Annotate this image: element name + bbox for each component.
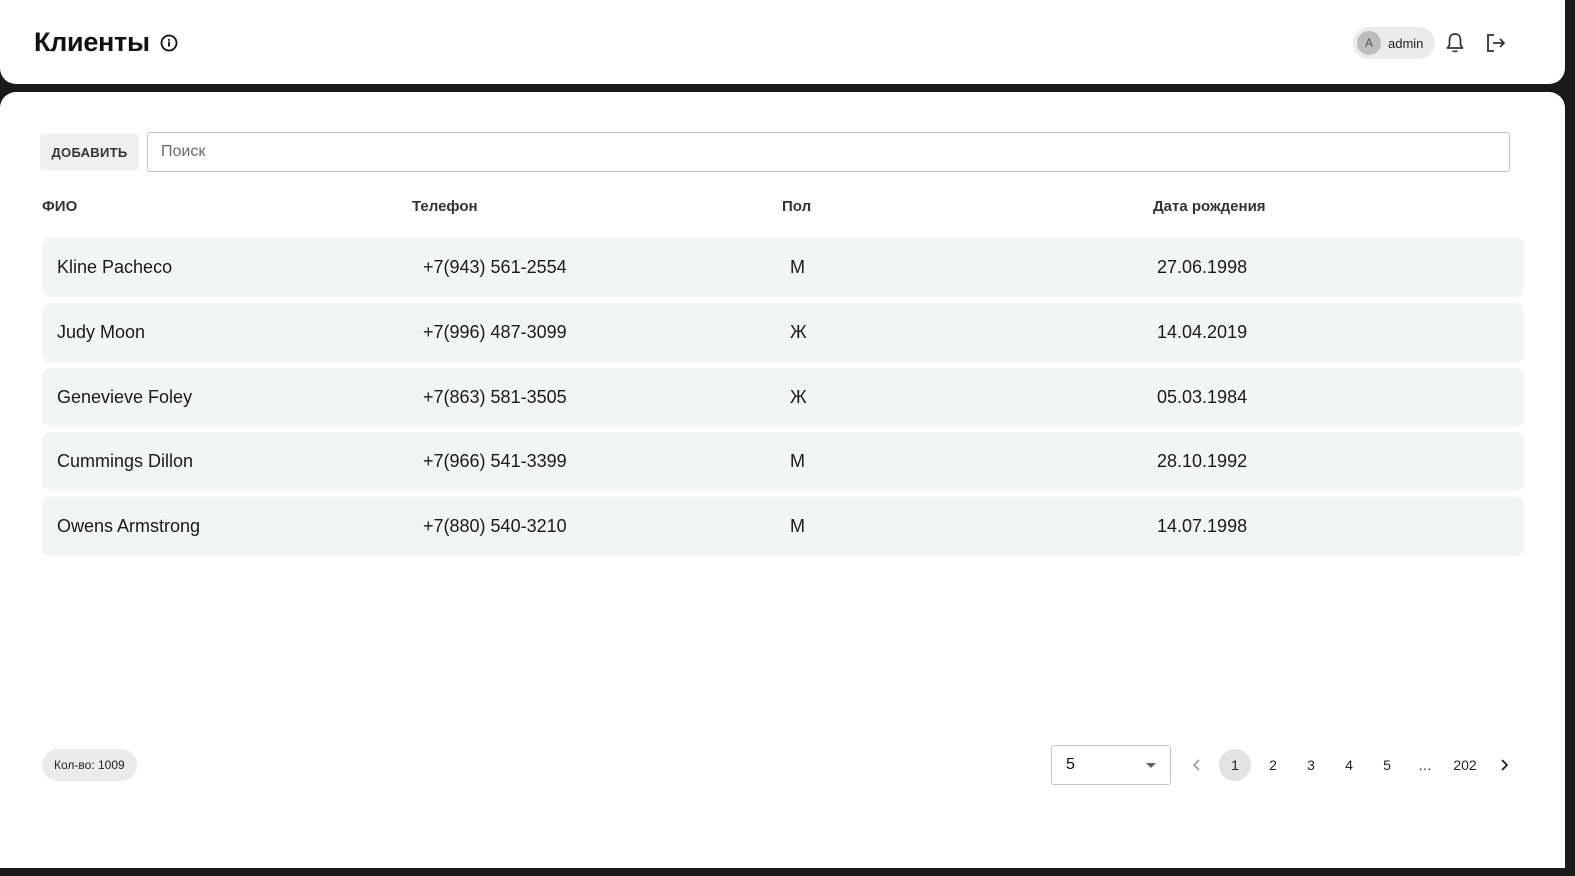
- page-ellipsis: …: [1418, 757, 1432, 773]
- cell-name: Kline Pacheco: [57, 257, 173, 277]
- cell-sex: Ж: [790, 322, 807, 342]
- avatar: A: [1357, 31, 1381, 55]
- user-name: admin: [1388, 35, 1424, 51]
- cell-phone: +7(943) 561-2554: [423, 257, 567, 277]
- cell-phone: +7(996) 487-3099: [423, 322, 567, 342]
- cell-sex: М: [790, 516, 805, 536]
- bell-icon[interactable]: [1444, 31, 1466, 55]
- cell-phone: +7(880) 540-3210: [423, 516, 567, 536]
- page-button-2[interactable]: 2: [1257, 749, 1289, 781]
- page-button-3[interactable]: 3: [1295, 749, 1327, 781]
- column-header-birthdate[interactable]: Дата рождения: [1153, 198, 1266, 215]
- table-row[interactable]: Owens Armstrong +7(880) 540-3210 М 14.07…: [42, 497, 1524, 556]
- chevron-right-icon: [1501, 759, 1509, 771]
- page-size-select[interactable]: 5: [1051, 745, 1171, 785]
- cell-birthdate: 28.10.1992: [1157, 451, 1248, 471]
- next-page-button[interactable]: [1488, 749, 1520, 781]
- cell-sex: М: [790, 257, 805, 277]
- cell-sex: М: [790, 451, 805, 471]
- chevron-left-icon: [1192, 759, 1200, 771]
- main-panel: ДОБАВИТЬ ФИО Телефон Пол Дата рождения K…: [0, 92, 1565, 868]
- cell-phone: +7(863) 581-3505: [423, 387, 567, 407]
- logout-icon[interactable]: [1484, 31, 1508, 55]
- table-row[interactable]: Genevieve Foley +7(863) 581-3505 Ж 05.03…: [42, 368, 1524, 427]
- column-header-phone[interactable]: Телефон: [412, 198, 478, 215]
- column-header-name[interactable]: ФИО: [42, 198, 77, 215]
- user-chip[interactable]: A admin: [1353, 27, 1435, 59]
- table-row[interactable]: Judy Moon +7(996) 487-3099 Ж 14.04.2019: [42, 303, 1524, 362]
- cell-birthdate: 14.04.2019: [1157, 322, 1248, 342]
- total-count-badge: Кол-во: 1009: [42, 749, 137, 781]
- table-row[interactable]: Cummings Dillon +7(966) 541-3399 М 28.10…: [42, 432, 1524, 491]
- cell-phone: +7(966) 541-3399: [423, 451, 567, 471]
- prev-page-button[interactable]: [1181, 749, 1213, 781]
- column-header-sex[interactable]: Пол: [782, 198, 811, 215]
- cell-birthdate: 05.03.1984: [1157, 387, 1248, 407]
- info-icon[interactable]: [159, 33, 179, 53]
- cell-name: Genevieve Foley: [57, 387, 193, 407]
- cell-birthdate: 27.06.1998: [1157, 257, 1248, 277]
- caret-down-icon: [1146, 763, 1156, 768]
- search-input[interactable]: [147, 132, 1510, 172]
- cell-name: Judy Moon: [57, 322, 146, 342]
- page-button-5[interactable]: 5: [1371, 749, 1403, 781]
- table-row[interactable]: Kline Pacheco +7(943) 561-2554 М 27.06.1…: [42, 238, 1524, 297]
- cell-sex: Ж: [790, 387, 807, 407]
- cell-name: Owens Armstrong: [57, 516, 201, 536]
- page-size-value: 5: [1066, 756, 1075, 773]
- cell-name: Cummings Dillon: [57, 451, 194, 471]
- add-button[interactable]: ДОБАВИТЬ: [40, 134, 139, 170]
- page-button-last[interactable]: 202: [1445, 749, 1485, 781]
- cell-birthdate: 14.07.1998: [1157, 516, 1248, 536]
- page-title: Клиенты: [34, 27, 150, 57]
- page-button-4[interactable]: 4: [1333, 749, 1365, 781]
- app-header: Клиенты A admin: [0, 0, 1565, 84]
- page-button-1[interactable]: 1: [1219, 749, 1251, 781]
